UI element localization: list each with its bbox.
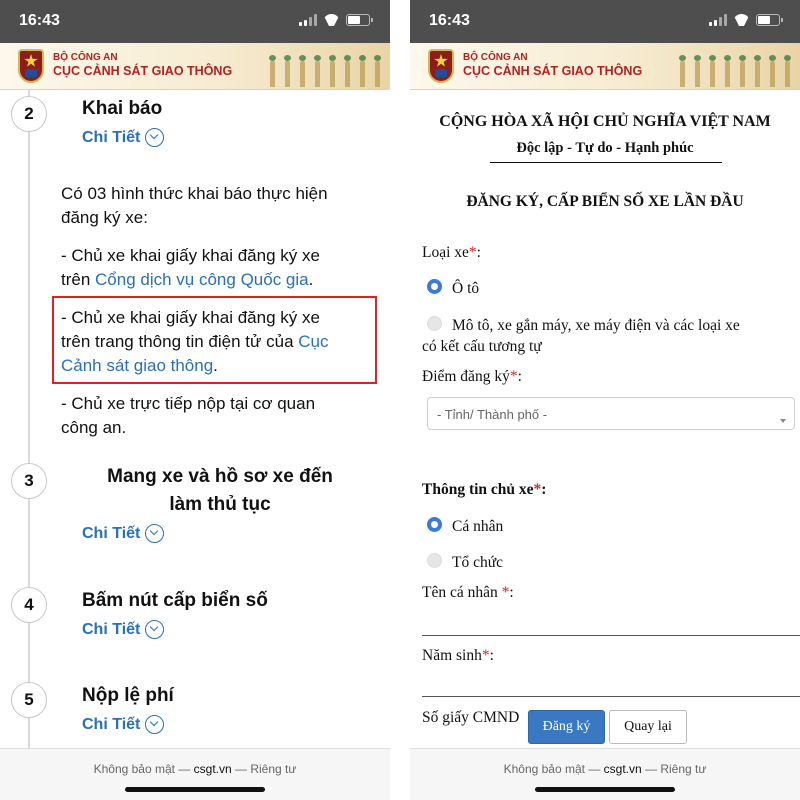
detail-label: Chi Tiết — [82, 620, 141, 638]
radio-car-label[interactable]: Ô tô — [452, 278, 479, 299]
left-phone-screen: 16:43 BỘ CÔNG AN CỤC CẢNH SÁT GIAO THÔNG… — [0, 0, 390, 800]
site-header-banner: BỘ CÔNG AN CỤC CẢNH SÁT GIAO THÔNG — [410, 43, 800, 90]
home-indicator[interactable] — [535, 787, 675, 792]
national-portal-link[interactable]: Cổng dịch vụ công Quốc gia — [95, 270, 309, 289]
radio-individual[interactable] — [427, 517, 442, 532]
procedure-steps: 2 Khai báo Chi Tiết Có 03 hình thức khai… — [0, 90, 390, 748]
birth-year-label: Năm sinh*: — [422, 647, 494, 664]
battery-icon — [756, 14, 783, 26]
browser-address-footer: Không bảo mật — csgt.vn — Riêng tư — [0, 748, 390, 800]
register-button[interactable]: Đăng ký — [528, 710, 605, 744]
id-number-label: Số giấy CMND — [422, 709, 520, 726]
detail-toggle-step-3[interactable]: Chi Tiết — [82, 524, 165, 543]
chevron-down-icon — [145, 620, 165, 639]
detail-toggle-step-4[interactable]: Chi Tiết — [82, 620, 165, 639]
form-title: ĐĂNG KÝ, CẤP BIỂN SỐ XE LẦN ĐẦU — [466, 193, 744, 210]
police-emblem-icon — [18, 49, 44, 83]
site-header-banner: BỘ CÔNG AN CỤC CẢNH SÁT GIAO THÔNG — [0, 43, 390, 90]
registration-form: CỘNG HÒA XÃ HỘI CHỦ NGHĨA VIỆT NAM Độc l… — [410, 90, 800, 748]
step-title-pay-fee: Nộp lệ phí — [82, 685, 174, 706]
chevron-down-icon — [145, 128, 165, 147]
option-direct-submit: - Chủ xe trực tiếp nộp tại cơ quan công … — [61, 394, 316, 437]
parade-banner-image — [650, 43, 800, 89]
dropdown-arrow-icon — [780, 419, 786, 423]
chevron-down-icon — [145, 524, 165, 543]
national-motto: Độc lập - Tự do - Hạnh phúc — [516, 140, 694, 156]
intro-text: Có 03 hình thức khai báo thực hiện đăng … — [61, 184, 328, 227]
vehicle-type-label: Loại xe*: — [422, 244, 481, 261]
detail-toggle-step-2[interactable]: Chi Tiết — [82, 128, 165, 147]
step-title-press-button: Bấm nút cấp biển số — [82, 590, 268, 611]
chevron-down-icon — [145, 715, 165, 734]
individual-name-label: Tên cá nhân *: — [422, 584, 514, 601]
ministry-name: BỘ CÔNG AN — [53, 52, 118, 63]
province-select-value: - Tỉnh/ Thành phố - — [437, 407, 548, 422]
ministry-name: BỘ CÔNG AN — [463, 52, 528, 63]
step-number-2: 2 — [11, 96, 47, 132]
detail-label: Chi Tiết — [82, 524, 141, 542]
motto-underline — [490, 162, 722, 163]
step-title-declare: Khai báo — [82, 98, 163, 119]
owner-info-label: Thông tin chủ xe*: — [422, 481, 547, 498]
registration-point-label: Điểm đăng ký*: — [422, 368, 522, 385]
status-time: 16:43 — [19, 12, 60, 29]
birth-year-input[interactable] — [422, 696, 800, 697]
radio-motorbike-label-cont[interactable]: có kết cấu tương tự — [422, 336, 542, 357]
detail-toggle-step-5[interactable]: Chi Tiết — [82, 715, 165, 734]
wifi-icon — [323, 14, 340, 26]
province-select[interactable]: - Tỉnh/ Thành phố - — [427, 397, 795, 430]
step-number-4: 4 — [11, 587, 47, 623]
department-name: CỤC CẢNH SÁT GIAO THÔNG — [53, 64, 233, 78]
back-button[interactable]: Quay lại — [609, 710, 687, 744]
radio-motorbike[interactable] — [427, 316, 442, 331]
detail-label: Chi Tiết — [82, 128, 141, 146]
option-national-portal: - Chủ xe khai giấy khai đăng ký xe trên … — [61, 246, 320, 289]
radio-motorbike-label[interactable]: Mô tô, xe gắn máy, xe máy điện và các lo… — [452, 315, 792, 336]
status-bar: 16:43 — [0, 0, 390, 43]
right-phone-screen: 16:43 BỘ CÔNG AN CỤC CẢNH SÁT GIAO THÔNG… — [410, 0, 800, 800]
step-number-5: 5 — [11, 682, 47, 718]
battery-icon — [346, 14, 373, 26]
parade-banner-image — [240, 43, 390, 89]
radio-car[interactable] — [427, 279, 442, 294]
address-bar[interactable]: Không bảo mật — csgt.vn — Riêng tư — [410, 762, 800, 776]
highlight-box — [52, 296, 377, 384]
status-time: 16:43 — [429, 12, 470, 29]
cellular-signal-icon — [299, 14, 317, 26]
radio-organization-label[interactable]: Tổ chức — [452, 552, 503, 573]
step-number-3: 3 — [11, 463, 47, 499]
police-emblem-icon — [428, 49, 454, 83]
browser-address-footer: Không bảo mật — csgt.vn — Riêng tư — [410, 748, 800, 800]
wifi-icon — [733, 14, 750, 26]
cellular-signal-icon — [709, 14, 727, 26]
home-indicator[interactable] — [125, 787, 265, 792]
radio-individual-label[interactable]: Cá nhân — [452, 516, 503, 537]
individual-name-input[interactable] — [422, 635, 800, 636]
status-bar: 16:43 — [410, 0, 800, 43]
timeline-line — [28, 90, 30, 748]
republic-title: CỘNG HÒA XÃ HỘI CHỦ NGHĨA VIỆT NAM — [439, 113, 771, 130]
step-title-bring-vehicle: Mang xe và hồ sơ xe đến làm thủ tục — [107, 466, 333, 515]
address-bar[interactable]: Không bảo mật — csgt.vn — Riêng tư — [0, 762, 390, 776]
detail-label: Chi Tiết — [82, 715, 141, 733]
department-name: CỤC CẢNH SÁT GIAO THÔNG — [463, 64, 643, 78]
radio-organization[interactable] — [427, 553, 442, 568]
